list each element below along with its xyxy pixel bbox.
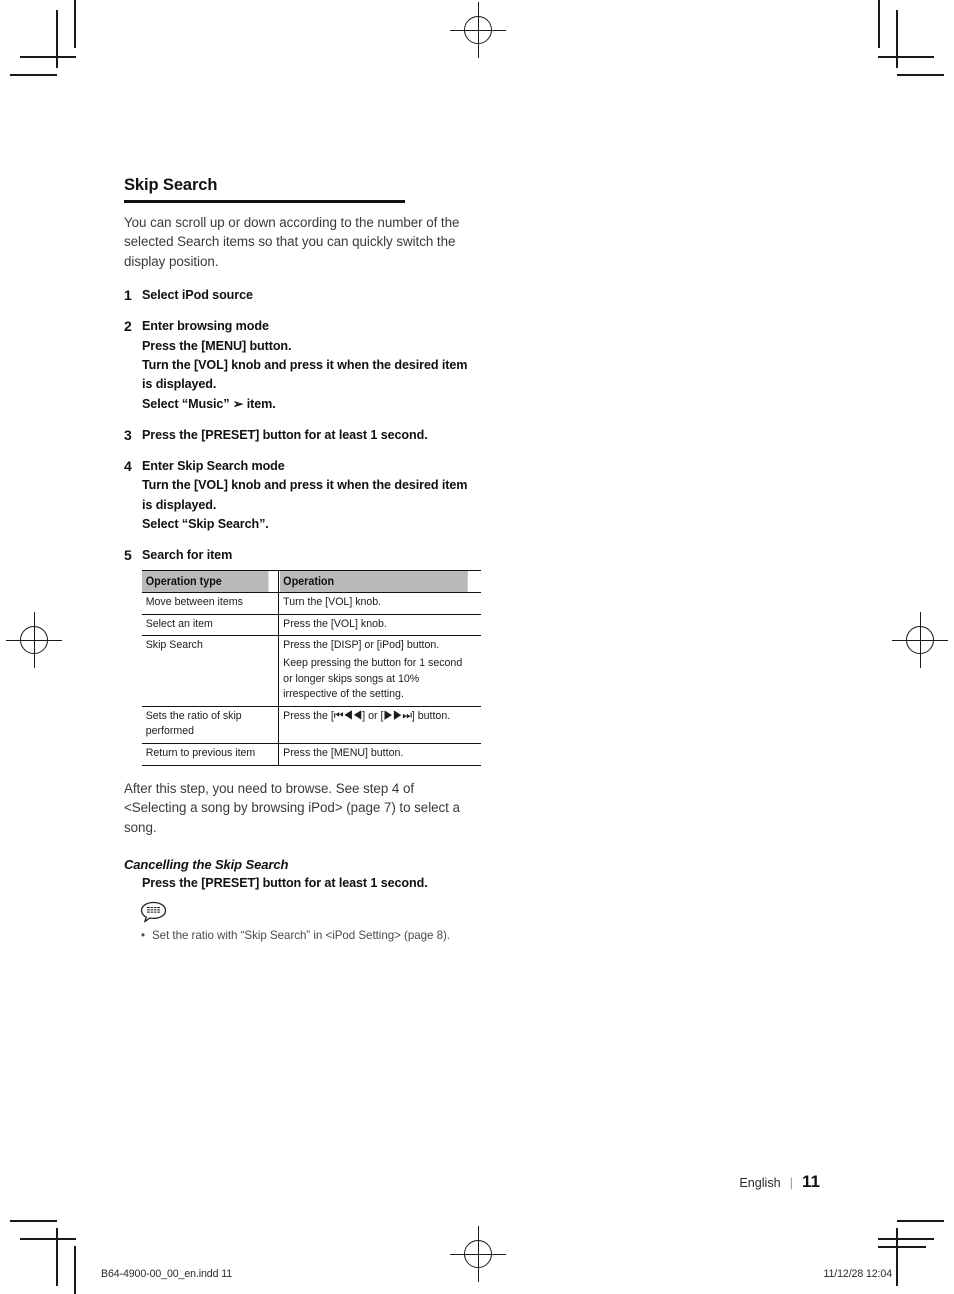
table-cell-type: Move between items — [142, 592, 270, 615]
step-line: Turn the [VOL] knob and press it when th… — [142, 357, 468, 392]
crop-mark-top-right-vertical — [896, 10, 898, 68]
step-line-with-arrow-icon: Select “Music” ➢ item. — [142, 396, 276, 411]
imprint-timestamp: 11/12/28 12:04 — [823, 1268, 892, 1280]
step-body: Enter Skip Search mode Turn the [VOL] kn… — [142, 457, 469, 534]
footer-page-number: 11 — [802, 1172, 820, 1191]
table-cell-type: Skip Search — [142, 635, 270, 707]
crop-mark-top-left-horizontal — [20, 56, 76, 58]
crop-mark-top-left-horizontal-outer — [10, 74, 57, 76]
subsection-body: Press the [PRESET] button for at least 1… — [142, 876, 428, 891]
imprint-filename: B64-4900-00_00_en.indd 11 — [101, 1268, 233, 1280]
step-line: Turn the [VOL] knob and press it when th… — [142, 478, 468, 512]
step-line: Search for item — [142, 548, 233, 563]
intro-paragraph: You can scroll up or down according to t… — [124, 214, 460, 269]
table-header-operation: Operation — [278, 569, 467, 594]
note-list-item: • Set the ratio with “Skip Search” in <i… — [140, 928, 469, 945]
registration-mark-top — [450, 2, 506, 58]
crop-mark-top-left-vertical — [56, 10, 58, 68]
page-content-column: Skip Search You can scroll up or down ac… — [124, 176, 469, 945]
crop-mark-top-right-horizontal — [878, 56, 934, 58]
table-cell-operation: Press the [DISP] or [iPod] button. Keep … — [278, 635, 467, 707]
footer-separator: | — [789, 1175, 794, 1190]
table-cell-line: Press the [DISP] or [iPod] button. — [282, 639, 439, 652]
step-item: 3 Press the [PRESET] button for at least… — [124, 426, 469, 445]
step-body: Select iPod source — [142, 286, 469, 305]
table-cell-operation: Press the [⏮◀◀] or [▶▶⏭] button. — [278, 706, 467, 745]
table-header-row: Operation type Operation — [142, 569, 481, 594]
table-row: Return to previous item Press the [MENU]… — [142, 743, 481, 766]
note-bullet-icon: • — [141, 929, 146, 943]
step-item: 2 Enter browsing mode Press the [MENU] b… — [124, 317, 469, 413]
crop-mark-bottom-left-horizontal — [20, 1238, 76, 1240]
crop-mark-bottom-right-vertical-outer — [878, 1246, 926, 1248]
note-bubble-icon — [140, 901, 167, 923]
note-block: • Set the ratio with “Skip Search” in <i… — [140, 901, 469, 945]
registration-mark-right — [892, 612, 948, 668]
step-line: Press the [PRESET] button for at least 1… — [142, 427, 428, 442]
table-row: Sets the ratio of skip performed Press t… — [142, 706, 481, 745]
step-body: Search for item — [142, 546, 469, 565]
table-cell-line: Keep pressing the button for 1 second or… — [282, 657, 462, 701]
step-line: Select iPod source — [142, 288, 253, 303]
step-number: 4 — [124, 458, 132, 475]
crop-mark-bottom-left-vertical-outer — [74, 1246, 76, 1294]
crop-mark-bottom-left-horizontal-outer — [10, 1220, 57, 1222]
step-line: Enter Skip Search mode — [142, 459, 285, 474]
table-cell-type: Sets the ratio of skip performed — [142, 706, 270, 745]
page-title: Skip Search — [124, 176, 218, 194]
table-row: Skip Search Press the [DISP] or [iPod] b… — [142, 635, 481, 707]
note-list: • Set the ratio with “Skip Search” in <i… — [140, 928, 469, 945]
crop-mark-top-left-vertical-outer — [74, 0, 76, 48]
table-row: Move between items Turn the [VOL] knob. — [142, 592, 481, 615]
step-number: 2 — [124, 318, 132, 335]
page-footer: English | 11 — [739, 1172, 820, 1192]
step-body: Press the [PRESET] button for at least 1… — [142, 426, 469, 445]
table-cell-operation: Press the [VOL] knob. — [278, 614, 467, 637]
step-item: 5 Search for item — [124, 546, 469, 565]
table-row: Select an item Press the [VOL] knob. — [142, 614, 481, 637]
after-table-note: After this step, you need to browse. See… — [124, 780, 460, 835]
crop-mark-bottom-right-horizontal — [878, 1238, 934, 1240]
step-line: Enter browsing mode — [142, 319, 269, 334]
step-number: 1 — [124, 287, 132, 304]
operation-table: Operation type Operation Move between it… — [142, 569, 481, 766]
footer-language: English — [739, 1176, 781, 1190]
step-line: Select “Skip Search”. — [142, 517, 269, 532]
crop-mark-bottom-right-vertical — [896, 1228, 898, 1286]
crop-mark-bottom-right-horizontal-outer — [897, 1220, 944, 1222]
heading-underline-rule — [124, 200, 405, 203]
step-line: Press the [MENU] button. — [142, 338, 292, 353]
table-cell-operation: Turn the [VOL] knob. — [278, 592, 467, 615]
registration-mark-left — [6, 612, 62, 668]
table-header-operation-type: Operation type — [142, 569, 270, 594]
step-item: 4 Enter Skip Search mode Turn the [VOL] … — [124, 457, 469, 534]
table-cell-operation: Press the [MENU] button. — [278, 743, 467, 766]
step-number: 5 — [124, 547, 132, 564]
subsection-title: Cancelling the Skip Search — [124, 857, 289, 873]
registration-mark-bottom — [450, 1226, 506, 1282]
step-body: Enter browsing mode Press the [MENU] but… — [142, 317, 469, 413]
note-text: Set the ratio with “Skip Search” in <iPo… — [152, 929, 450, 943]
crop-mark-bottom-left-vertical — [56, 1228, 58, 1286]
table-cell-type: Return to previous item — [142, 743, 270, 766]
table-cell-type: Select an item — [142, 614, 270, 637]
step-item: 1 Select iPod source — [124, 286, 469, 305]
crop-mark-top-right-horizontal-outer — [897, 74, 944, 76]
crop-mark-top-right-vertical-outer — [878, 0, 880, 48]
step-number: 3 — [124, 426, 132, 443]
